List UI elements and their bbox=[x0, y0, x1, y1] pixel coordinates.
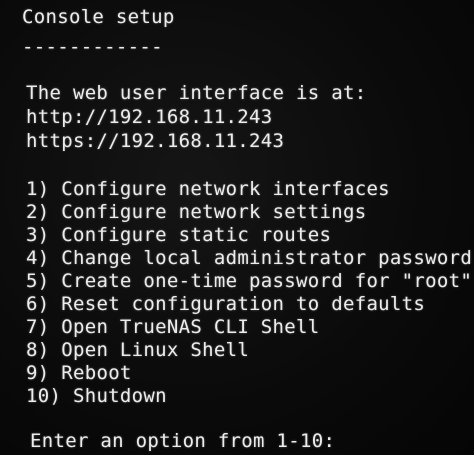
console-screen: Console setup ------------ The web user … bbox=[0, 0, 474, 455]
menu-item-label: Configure network interfaces bbox=[61, 178, 390, 200]
text-cursor bbox=[341, 432, 351, 450]
menu-item-configure-static-routes: 3) Configure static routes bbox=[26, 224, 331, 246]
menu-item-number: 2) bbox=[26, 201, 50, 223]
menu-item-create-root-otp: 5) Create one-time password for "root" bbox=[26, 270, 472, 292]
web-ui-label: The web user interface is at: bbox=[26, 82, 367, 104]
menu-item-label: Reboot bbox=[61, 362, 132, 384]
console-title: Console setup bbox=[22, 6, 175, 28]
menu-item-reboot: 9) Reboot bbox=[26, 362, 132, 384]
menu-item-number: 1) bbox=[26, 178, 50, 200]
http-url: http://192.168.11.243 bbox=[26, 106, 273, 128]
menu-item-reset-configuration: 6) Reset configuration to defaults bbox=[26, 293, 425, 315]
menu-item-label: Reset configuration to defaults bbox=[61, 293, 426, 315]
menu-item-configure-network-interfaces: 1) Configure network interfaces bbox=[26, 178, 390, 200]
prompt-label: Enter an option from 1-10: bbox=[30, 430, 336, 452]
option-prompt[interactable]: Enter an option from 1-10: bbox=[30, 430, 351, 452]
menu-item-number: 9) bbox=[26, 362, 50, 384]
menu-item-label: Configure network settings bbox=[61, 201, 367, 223]
menu-item-number: 4) bbox=[26, 247, 50, 269]
https-url: https://192.168.11.243 bbox=[26, 130, 285, 152]
menu-item-label: Open TrueNAS CLI Shell bbox=[61, 316, 320, 338]
menu-item-shutdown: 10) Shutdown bbox=[26, 385, 167, 407]
menu-item-number: 7) bbox=[26, 316, 50, 338]
menu-item-number: 10) bbox=[26, 385, 62, 407]
menu-item-label: Configure static routes bbox=[61, 224, 332, 246]
menu-item-configure-network-settings: 2) Configure network settings bbox=[26, 201, 366, 223]
menu-item-label: Change local administrator password bbox=[61, 247, 473, 269]
menu-item-label: Open Linux Shell bbox=[61, 339, 250, 361]
menu-item-open-linux-shell: 8) Open Linux Shell bbox=[26, 339, 249, 361]
menu-item-open-truenas-cli: 7) Open TrueNAS CLI Shell bbox=[26, 316, 320, 338]
title-underline: ------------ bbox=[22, 36, 163, 58]
menu-item-number: 6) bbox=[26, 293, 50, 315]
menu-item-label: Create one-time password for "root" bbox=[61, 270, 473, 292]
menu-item-number: 5) bbox=[26, 270, 50, 292]
menu-item-change-admin-password: 4) Change local administrator password bbox=[26, 247, 472, 269]
menu-item-label: Shutdown bbox=[72, 385, 167, 407]
menu-item-number: 8) bbox=[26, 339, 50, 361]
menu-item-number: 3) bbox=[26, 224, 50, 246]
